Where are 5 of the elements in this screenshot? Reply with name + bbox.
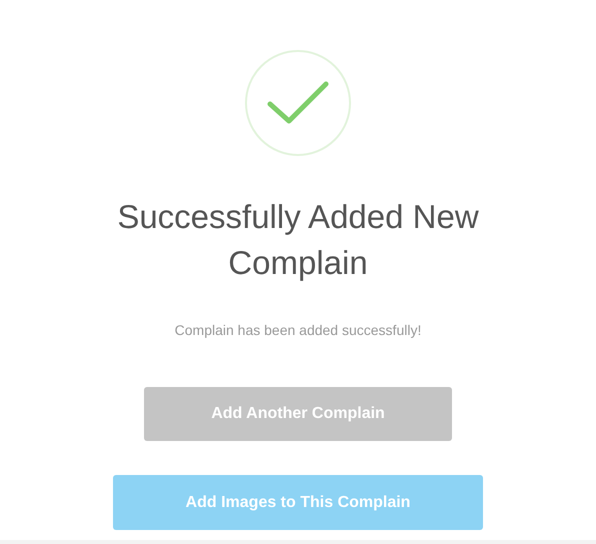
success-check-icon [245,50,351,156]
success-title: Successfully Added New Complain [116,197,480,283]
success-message: Complain has been added successfully! [174,321,422,340]
add-images-button[interactable]: Add Images to This Complain [113,475,483,530]
add-another-button[interactable]: Add Another Complain [144,387,452,441]
